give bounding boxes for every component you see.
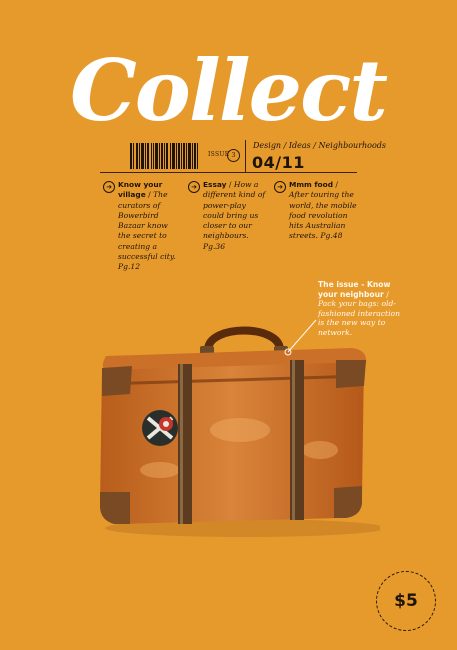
- callout-heading: The issue - Know your neighbour: [318, 280, 391, 299]
- divider-rule: [100, 172, 357, 173]
- issue-number: 3: [227, 149, 240, 162]
- feature-text: The curators of Bowerbird Bazaar know th…: [118, 190, 176, 262]
- tagline: Design / Ideas / Neighbourhoods: [253, 141, 387, 150]
- magazine-cover: Collect ISSUE 3 Design / Ideas / Neighbo…: [0, 0, 457, 650]
- barcode-icon: [130, 143, 198, 169]
- masthead: Collect: [0, 28, 457, 148]
- issue-date: 04/11: [252, 153, 305, 172]
- feature-essay: Essay / How a different kind of power-pl…: [203, 180, 266, 251]
- arrow-right-circle-icon: ➔: [188, 181, 200, 193]
- suitcase-illustration: [90, 320, 385, 544]
- divider: [245, 140, 246, 172]
- feature-page: Pg.48: [320, 231, 343, 241]
- price-badge: $5: [376, 571, 436, 631]
- masthead-title: Collect: [70, 41, 387, 140]
- feature-page: Pg.36: [203, 241, 226, 251]
- feature-heading: Essay: [203, 180, 227, 189]
- callout-pointer: [284, 319, 317, 356]
- feature-text: How a different kind of power-play could…: [203, 180, 266, 241]
- feature-mmm-food: Mmm food / After touring the world, the …: [289, 180, 357, 241]
- feature-know-your-village: Know your village / The curators of Bowe…: [118, 180, 176, 272]
- arrow-right-circle-icon: ➔: [103, 181, 115, 193]
- feature-page: Pg.12: [118, 262, 141, 272]
- arrow-right-circle-icon: ➔: [274, 181, 286, 193]
- feature-heading: Mmm food: [289, 180, 333, 189]
